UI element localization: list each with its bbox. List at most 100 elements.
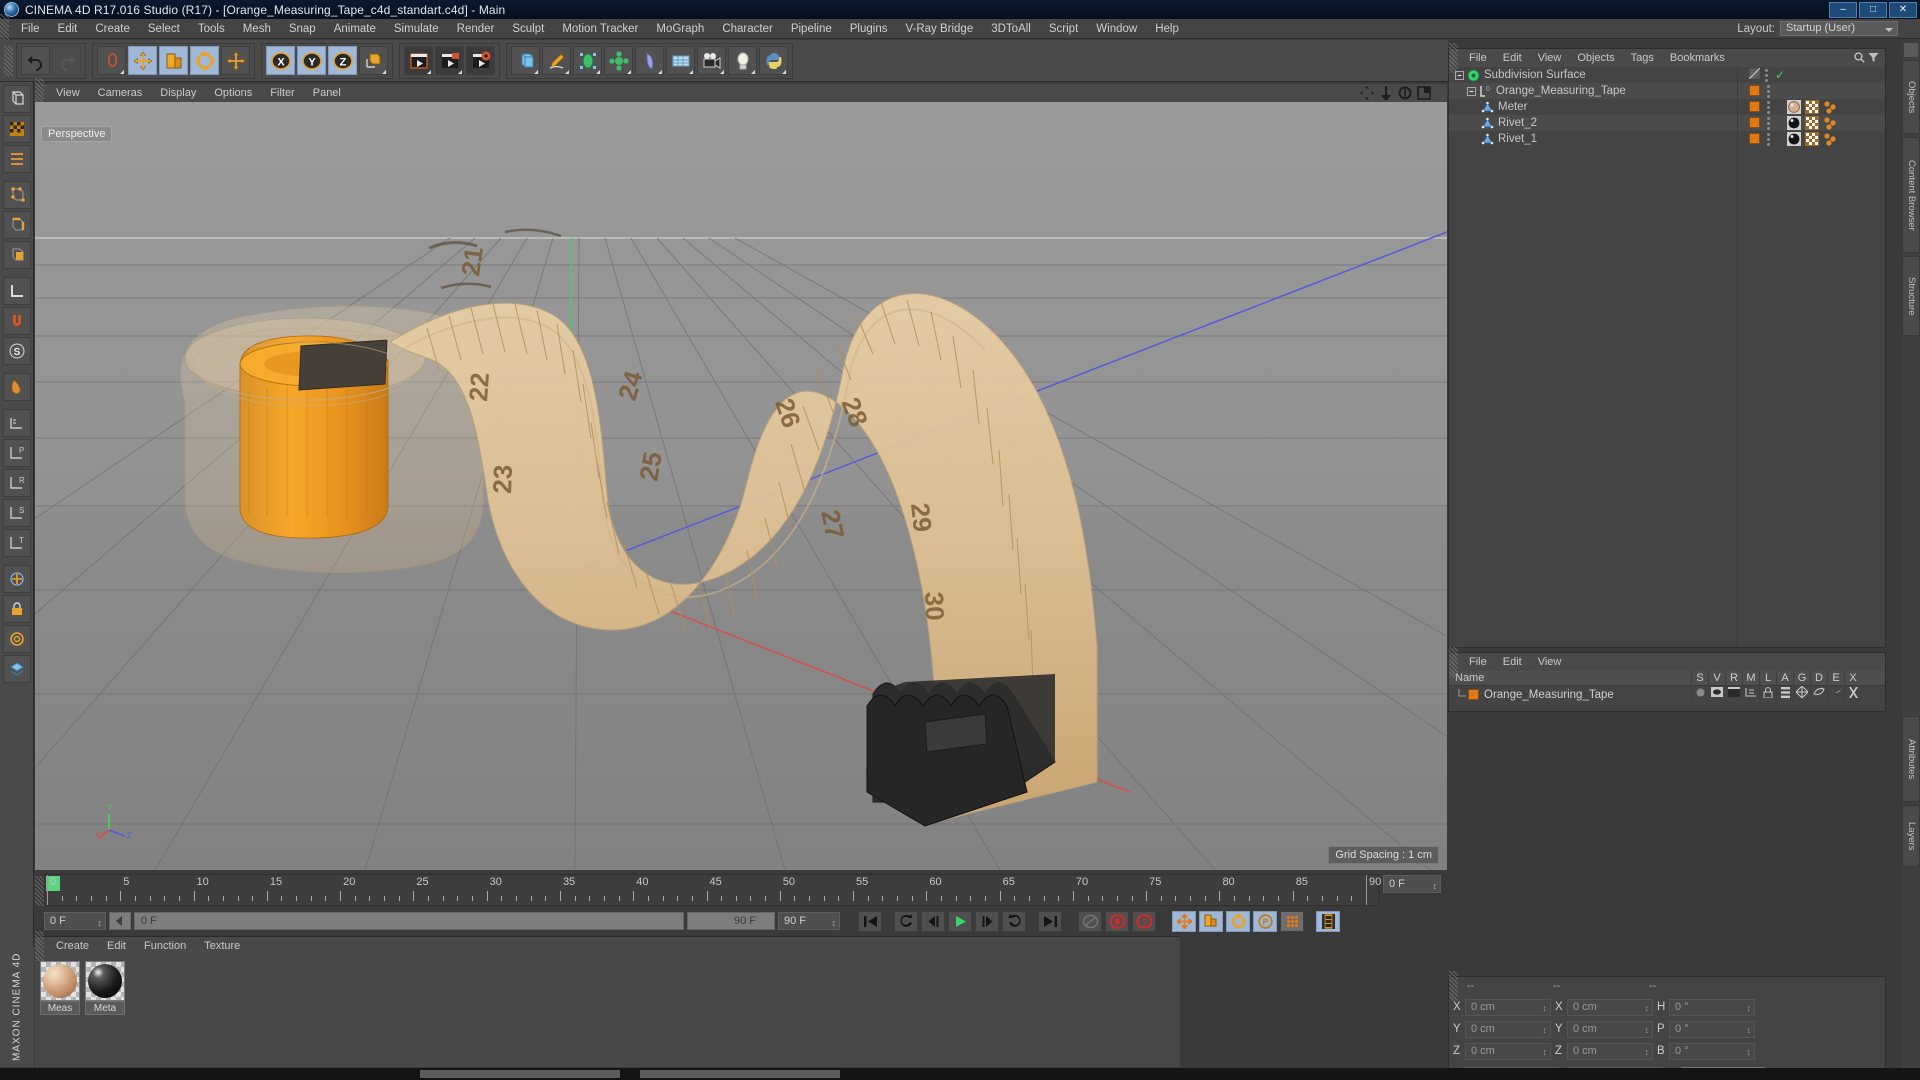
render-view-button[interactable] <box>404 46 433 75</box>
object-tag-material[interactable] <box>1749 85 1760 96</box>
object-menu-objects[interactable]: Objects <box>1569 49 1622 67</box>
toolbar-grip[interactable] <box>4 45 13 76</box>
pan-icon[interactable] <box>1360 86 1374 100</box>
material-preview-sphere[interactable] <box>40 961 80 1001</box>
world-object-coord-button[interactable] <box>359 46 388 75</box>
minimize-button[interactable]: – <box>1829 1 1857 18</box>
move-button[interactable] <box>128 46 157 75</box>
camera-button[interactable] <box>697 46 726 75</box>
object-row-rivet-1[interactable]: Rivet_1 <box>1449 131 1885 147</box>
layer-column-s[interactable]: S <box>1691 670 1708 686</box>
object-tag-selection[interactable] <box>1823 132 1837 149</box>
expand-collapse-icon[interactable] <box>1455 70 1464 80</box>
layer-column-a[interactable]: A <box>1776 670 1793 686</box>
texture-mode-button[interactable] <box>2 115 31 143</box>
model-mode-button[interactable] <box>2 85 31 113</box>
timeline-ruler[interactable]: 0 5 10 15 20 25 30 35 40 45 50 55 60 65 70 75 80 85 90 <box>44 874 1381 906</box>
object-menu-edit[interactable]: Edit <box>1495 49 1530 67</box>
layer-flag-deformer[interactable] <box>1810 686 1827 703</box>
menu-sculpt[interactable]: Sculpt <box>503 19 553 39</box>
layer-menu-file[interactable]: File <box>1461 653 1495 671</box>
live-selection-button[interactable] <box>97 46 126 75</box>
step-forward-button[interactable] <box>975 910 999 932</box>
menu-render[interactable]: Render <box>448 19 504 39</box>
quantize-r-button[interactable]: R <box>2 469 31 497</box>
material-menu-edit[interactable]: Edit <box>98 937 135 955</box>
menu-tools[interactable]: Tools <box>189 19 234 39</box>
layer-flag-manager[interactable] <box>1742 687 1759 702</box>
edge-panel-icon[interactable] <box>1903 42 1919 58</box>
edge-tab-layers[interactable]: Layers <box>1902 805 1920 867</box>
environment-button[interactable] <box>666 46 695 75</box>
extra-1-button[interactable] <box>2 565 31 593</box>
menu-window[interactable]: Window <box>1087 19 1146 39</box>
object-tag-dots[interactable] <box>1767 101 1770 114</box>
key-position-button[interactable] <box>1172 910 1196 932</box>
layer-column-d[interactable]: D <box>1810 670 1827 686</box>
go-to-start-button[interactable] <box>858 910 882 932</box>
extra-3-button[interactable] <box>2 625 31 653</box>
object-tag-material[interactable] <box>1749 101 1760 112</box>
enable-axis-button[interactable] <box>2 277 31 305</box>
viewport-menu-filter[interactable]: Filter <box>261 84 303 102</box>
python-button[interactable] <box>759 46 788 75</box>
object-tag-dots[interactable] <box>1767 133 1770 146</box>
layer-flag-expression[interactable] <box>1827 687 1844 702</box>
object-axis-button[interactable] <box>2 145 31 173</box>
layer-flag-render[interactable] <box>1725 687 1742 702</box>
edge-tab-attributes[interactable]: Attributes <box>1902 716 1920 802</box>
layer-column-l[interactable]: L <box>1759 670 1776 686</box>
step-back-button[interactable] <box>921 910 945 932</box>
close-button[interactable]: ✕ <box>1889 1 1917 18</box>
key-pla-button[interactable] <box>1280 910 1304 932</box>
coord-field-pos-x[interactable]: 0 cm <box>1465 998 1551 1016</box>
previous-key-button[interactable] <box>894 910 918 932</box>
lock-y-button[interactable]: Y <box>297 46 326 75</box>
rotate-view-icon[interactable] <box>1398 86 1412 100</box>
deformer-button[interactable] <box>635 46 664 75</box>
object-menu-file[interactable]: File <box>1461 49 1495 67</box>
edge-tab-structure[interactable]: Structure <box>1902 256 1920 336</box>
nurbs-button[interactable] <box>573 46 602 75</box>
coord-field-rot-p[interactable]: 0 ° <box>1669 1020 1755 1038</box>
object-row-orange-measuring-tape[interactable]: 0 Orange_Measuring_Tape <box>1449 83 1885 99</box>
add-spline-button[interactable] <box>542 46 571 75</box>
object-row-subdivision-surface[interactable]: Subdivision Surface ✓ <box>1449 67 1885 83</box>
layer-flag-view[interactable] <box>1708 687 1725 702</box>
next-key-button[interactable] <box>1002 910 1026 932</box>
move-alt-button[interactable] <box>221 46 250 75</box>
record-help-button[interactable]: ? <box>1132 910 1156 932</box>
object-row-rivet-2[interactable]: Rivet_2 <box>1449 115 1885 131</box>
menu-help[interactable]: Help <box>1146 19 1188 39</box>
material-manager-grip[interactable] <box>35 931 44 961</box>
menu-file[interactable]: File <box>12 19 49 39</box>
menu-select[interactable]: Select <box>139 19 189 39</box>
workplane-button[interactable] <box>2 409 31 437</box>
menu-vray-bridge[interactable]: V-Ray Bridge <box>896 19 982 39</box>
viewport-menu-cameras[interactable]: Cameras <box>89 84 152 102</box>
search-icon[interactable] <box>1854 52 1865 63</box>
layer-column-v[interactable]: V <box>1708 670 1725 686</box>
lock-z-button[interactable]: Z <box>328 46 357 75</box>
layer-flag-xref[interactable] <box>1844 686 1861 703</box>
taskbar-item[interactable] <box>640 1070 840 1078</box>
object-tag-layer[interactable] <box>1748 67 1761 82</box>
material-preview-sphere[interactable] <box>85 961 125 1001</box>
dolly-icon[interactable] <box>1379 86 1393 100</box>
key-rotation-button[interactable] <box>1226 910 1250 932</box>
render-settings-button[interactable] <box>466 46 495 75</box>
extra-2-button[interactable] <box>2 595 31 623</box>
object-menu-tags[interactable]: Tags <box>1623 49 1662 67</box>
object-menu-view[interactable]: View <box>1530 49 1570 67</box>
menu-plugins[interactable]: Plugins <box>841 19 897 39</box>
coord-field-pos-y[interactable]: 0 cm <box>1465 1020 1551 1038</box>
viewport-3d-canvas[interactable]: 21 22 23 24 25 26 27 28 29 30 Perspectiv… <box>35 102 1447 870</box>
taskbar-item[interactable] <box>420 1070 620 1078</box>
edge-tab-content-browser[interactable]: Content Browser <box>1902 137 1920 253</box>
menu-animate[interactable]: Animate <box>325 19 385 39</box>
expand-collapse-icon[interactable] <box>1467 86 1476 96</box>
menu-pipeline[interactable]: Pipeline <box>782 19 841 39</box>
redo-button[interactable] <box>52 46 81 75</box>
layer-flag-animation[interactable] <box>1776 686 1793 703</box>
marker-prev-button[interactable] <box>109 912 131 930</box>
